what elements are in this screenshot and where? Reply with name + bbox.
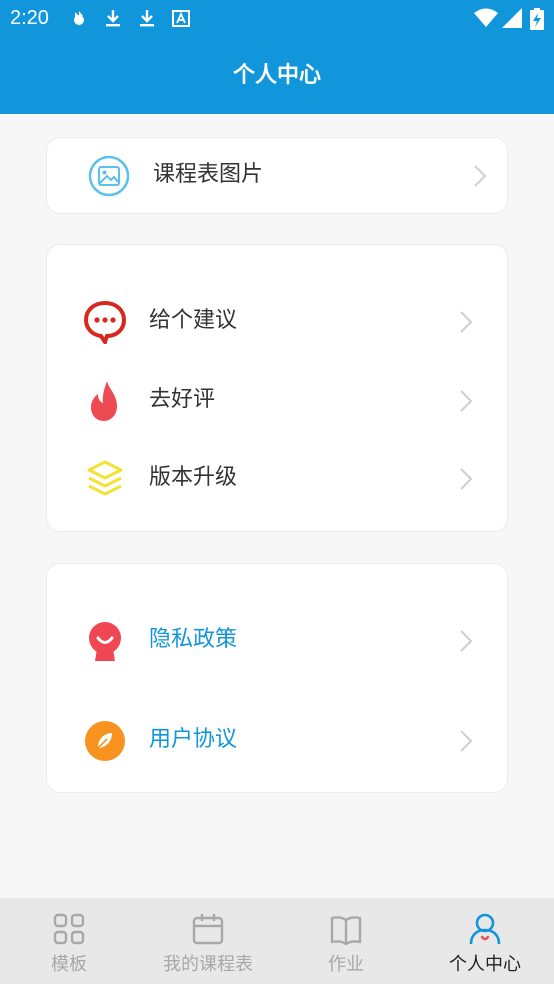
image-icon [88, 155, 130, 197]
tab-label: 个人中心 [449, 954, 521, 975]
menu-item-label: 用户协议 [149, 727, 238, 752]
calendar-icon [192, 914, 224, 945]
download-icon [106, 10, 120, 27]
menu-item-rate[interactable]: 去好评 [47, 371, 507, 431]
font-icon [172, 10, 190, 27]
menu-item-label: 给个建议 [149, 308, 238, 333]
menu-item-label: 去好评 [149, 387, 216, 412]
chevron-right-icon [474, 165, 487, 187]
page-title: 个人中心 [232, 63, 321, 88]
menu-item-upgrade[interactable]: 版本升级 [47, 449, 507, 509]
pinwheel-icon [74, 11, 84, 25]
menu-item-schedule-image[interactable]: 课程表图片 [47, 146, 507, 206]
grid-icon [53, 913, 85, 945]
menu-item-user-agreement[interactable]: 用户协议 [47, 711, 507, 771]
chevron-right-icon [460, 390, 473, 412]
menu-item-label: 隐私政策 [149, 627, 238, 652]
tab-label: 我的课程表 [163, 954, 253, 975]
menu-item-label: 课程表图片 [153, 162, 264, 187]
tab-templates[interactable]: 模板 [0, 898, 138, 984]
tab-homework[interactable]: 作业 [277, 898, 415, 984]
user-icon [469, 913, 501, 945]
flame-icon [91, 381, 117, 421]
download-icon [140, 10, 154, 27]
tab-my-schedule[interactable]: 我的课程表 [139, 898, 277, 984]
wifi-icon [474, 8, 498, 27]
tab-personal-center[interactable]: 个人中心 [416, 898, 554, 984]
tab-label: 作业 [328, 954, 364, 975]
chevron-right-icon [460, 630, 473, 652]
menu-item-suggestion[interactable]: 给个建议 [47, 292, 507, 352]
card-schedule: 课程表图片 [46, 137, 508, 214]
status-bar: 2:20 [0, 0, 554, 38]
tab-label: 模板 [51, 954, 87, 975]
card-legal: 隐私政策 用户协议 [46, 563, 508, 793]
bottom-tab-bar: 模板 我的课程表 作业 个人中心 [0, 898, 554, 984]
menu-item-privacy-policy[interactable]: 隐私政策 [47, 611, 507, 671]
layers-icon [87, 460, 123, 496]
chevron-right-icon [460, 730, 473, 752]
smile-avatar-icon [89, 622, 121, 661]
app-bar: 个人中心 [0, 38, 554, 114]
battery-charging-icon [530, 8, 544, 30]
chevron-right-icon [460, 311, 473, 333]
book-icon [330, 916, 362, 946]
signal-icon [502, 8, 522, 28]
status-time: 2:20 [10, 7, 49, 29]
compass-leaf-icon [85, 721, 125, 761]
chevron-right-icon [460, 468, 473, 490]
chat-bubble-icon [83, 300, 127, 344]
menu-item-label: 版本升级 [149, 465, 238, 490]
card-feedback: 给个建议 去好评 版本升级 [46, 244, 508, 532]
